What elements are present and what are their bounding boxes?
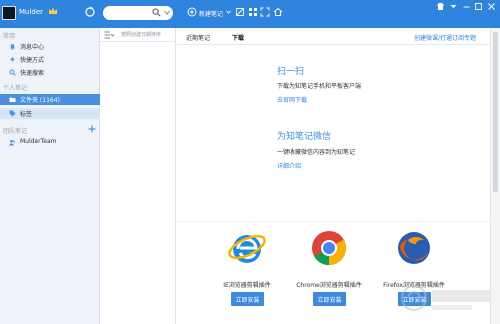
- section-divider: [177, 221, 490, 222]
- chevron-down-icon[interactable]: [164, 10, 170, 15]
- section-common-label: 常用: [3, 33, 16, 40]
- scan-title: 扫一扫: [277, 67, 305, 77]
- tab-recent-notes[interactable]: 近期笔记: [186, 33, 210, 42]
- sidebar-item-label: 标签: [20, 111, 33, 118]
- close-icon[interactable]: [487, 2, 496, 11]
- sort-dropdown[interactable]: 按照创建日期排序: [121, 31, 161, 38]
- download-site-link[interactable]: 去官网下载: [277, 95, 307, 104]
- sidebar-item-label: 消息中心: [20, 44, 45, 51]
- note-list-panel: 按照创建日期排序: [100, 28, 176, 324]
- layout-grid-icon[interactable]: [248, 7, 258, 17]
- section-personal-label: 个人笔记: [3, 85, 28, 92]
- bell-icon: [10, 44, 15, 50]
- team-icon: [9, 139, 16, 146]
- minimize-icon[interactable]: [462, 2, 471, 11]
- lightning-icon: [10, 56, 15, 63]
- install-chrome-button[interactable]: 立即安装: [313, 292, 346, 306]
- window-restore-icon[interactable]: [235, 7, 245, 17]
- search-icon: [9, 69, 16, 76]
- sidebar: 常用 消息中心 快捷方式 快速搜索 个人笔记 文件夹 (1164) 标签 团队笔…: [0, 28, 100, 324]
- tag-icon: [9, 110, 16, 117]
- scroll-thumb[interactable]: [493, 32, 498, 192]
- sidebar-item-shortcuts[interactable]: 快捷方式: [0, 54, 100, 65]
- chevron-down-icon[interactable]: [226, 10, 231, 14]
- sidebar-item-label: MulderTeam: [20, 138, 57, 145]
- skin-icon[interactable]: [436, 2, 445, 11]
- browser-name: Chrome浏览器剪辑插件: [296, 282, 362, 289]
- title-bar: Mulder 新建笔记: [0, 0, 500, 28]
- avatar[interactable]: [2, 6, 16, 20]
- install-ie-button[interactable]: 立即安装: [231, 292, 264, 306]
- fullscreen-icon[interactable]: [260, 7, 270, 17]
- sidebar-item-label: 快捷方式: [20, 57, 45, 64]
- sync-icon[interactable]: [84, 6, 96, 18]
- sidebar-item-folders[interactable]: 文件夹 (1164): [0, 94, 100, 105]
- ie-icon: [228, 234, 266, 263]
- wechat-desc: 一键收藏微信内容到为知笔记: [277, 149, 356, 156]
- sidebar-item-team[interactable]: MulderTeam: [0, 137, 100, 148]
- folder-icon: [9, 97, 16, 102]
- sidebar-item-label: 快速搜索: [20, 70, 45, 77]
- maximize-icon[interactable]: [474, 2, 483, 11]
- chrome-icon: [312, 231, 346, 265]
- tab-download[interactable]: 下载: [232, 33, 244, 42]
- divider: [100, 41, 176, 42]
- menu-icon[interactable]: [449, 2, 458, 11]
- browser-name: IE浏览器剪辑插件: [223, 282, 271, 289]
- section-team-label: 团队笔记: [3, 128, 28, 135]
- add-note-icon[interactable]: [187, 7, 197, 17]
- wechat-details-link[interactable]: 详细介绍: [277, 161, 301, 170]
- sidebar-item-tags[interactable]: 标签: [0, 108, 100, 119]
- scan-desc: 下载为知笔记手机和平板客户端: [277, 83, 362, 90]
- browser-chrome: Chrome浏览器剪辑插件 立即安装: [293, 228, 363, 318]
- sidebar-item-quick-search[interactable]: 快速搜索: [0, 67, 100, 78]
- username[interactable]: Mulder: [19, 8, 43, 16]
- sidebar-item-label: 文件夹 (1164): [20, 97, 60, 104]
- watermark-logo: [401, 285, 490, 311]
- home-icon[interactable]: [273, 7, 283, 17]
- firefox-icon: [398, 232, 430, 264]
- tab-bar: 近期笔记 下载 创建微课/打通订阅专题: [177, 28, 490, 45]
- sidebar-item-message-center[interactable]: 消息中心: [0, 41, 100, 52]
- search-input[interactable]: [109, 8, 153, 18]
- create-course-link[interactable]: 创建微课/打通订阅专题: [414, 33, 476, 42]
- search-icon[interactable]: [152, 8, 161, 17]
- browser-ie: IE浏览器剪辑插件 立即安装: [211, 228, 281, 318]
- crown-icon: [49, 7, 57, 14]
- wechat-title: 为知笔记微信: [277, 132, 332, 142]
- new-note-button[interactable]: 新建笔记: [199, 9, 223, 18]
- sort-icon[interactable]: [104, 31, 114, 39]
- add-team-icon[interactable]: [88, 125, 96, 133]
- search-box[interactable]: [103, 6, 173, 20]
